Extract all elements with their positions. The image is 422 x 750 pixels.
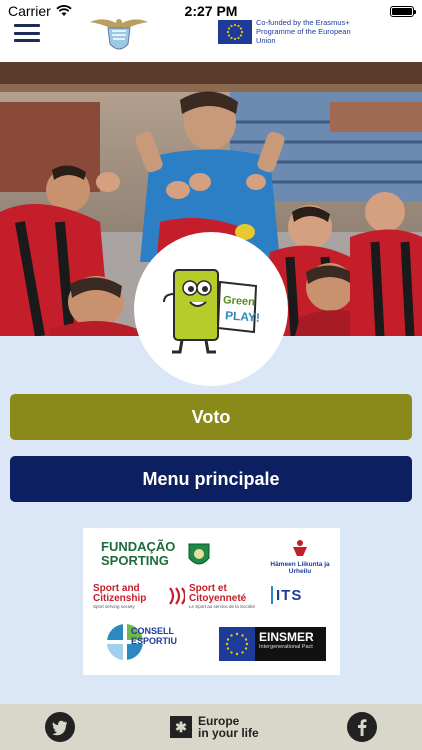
status-left: Carrier — [8, 3, 72, 19]
facebook-button[interactable] — [347, 712, 377, 742]
fundacao-sporting-text: FUNDAÇÃO SPORTING — [101, 539, 176, 568]
einsmer-text: EINSMER — [259, 630, 314, 644]
eu-cofunded-text: Co-funded by the Erasmus+ Programme of t… — [256, 18, 351, 45]
its-logo: ITS — [271, 586, 321, 604]
hameen-text: Hämeen Liikunta ja Urheilu — [270, 561, 330, 575]
menu-line — [14, 31, 40, 35]
app-header: Co-funded by the Erasmus+ Programme of t… — [0, 18, 422, 62]
fundacao-sporting-logo: FUNDAÇÃO SPORTING — [101, 540, 211, 568]
eu-flag-icon — [218, 19, 252, 44]
eyl-mark-icon: ✱ — [170, 716, 192, 738]
twitter-icon — [52, 720, 67, 736]
club-logo — [90, 19, 148, 50]
menu-line — [14, 24, 40, 27]
hameen-figure-icon — [293, 540, 307, 556]
wifi-icon — [56, 5, 72, 16]
swirl-icon — [169, 587, 185, 605]
eyl-text-wrap: Europe in your life — [198, 715, 259, 739]
battery-icon — [390, 5, 416, 17]
hameen-logo: Hämeen Liikunta ja Urheilu — [269, 540, 331, 575]
europe-in-your-life-link[interactable]: ✱ Europe in your life — [170, 715, 259, 739]
partners-logos: FUNDAÇÃO SPORTING Hämeen Liikunta ja Urh… — [83, 528, 340, 675]
sport-citizenship-text: Sport and Citizenship — [93, 583, 147, 604]
its-text: ITS — [276, 586, 303, 604]
hamburger-menu-button[interactable] — [14, 22, 40, 44]
sport-citizenship-logo: Sport and Citizenship Sport serving soci… — [93, 583, 163, 610]
eu-flag-small-icon — [219, 627, 255, 661]
eu-cofunded-badge: Co-funded by the Erasmus+ Programme of t… — [218, 18, 368, 45]
svg-text:Green: Green — [223, 294, 256, 308]
consell-esportiu-logo: CONSELL ESPORTIU — [105, 622, 205, 666]
eyl-line2: in your life — [198, 726, 259, 740]
consell-esportiu-text: CONSELL ESPORTIU — [131, 626, 178, 646]
einsmer-logo: EINSMER Intergenerational Pact — [219, 627, 326, 661]
einsmer-label-wrap: EINSMER Intergenerational Pact — [255, 627, 314, 661]
greenplay-mascot-logo: Green PLAY! — [163, 269, 261, 354]
sport-citoyennete-logo: Sport et Citoyenneté Le Sport au service… — [189, 583, 261, 610]
svg-text:PLAY!: PLAY! — [225, 308, 261, 324]
sporting-lion-icon — [188, 543, 210, 565]
facebook-icon — [358, 719, 367, 736]
sport-citoyennete-sub: Le Sport au service de la Société — [189, 604, 256, 609]
carrier-label: Carrier — [8, 3, 51, 19]
main-menu-button[interactable]: Menu principale — [10, 456, 412, 502]
its-divider — [271, 586, 273, 604]
twitter-button[interactable] — [45, 712, 75, 742]
sport-citoyennete-text: Sport et Citoyenneté — [189, 583, 247, 604]
menu-line — [14, 39, 40, 42]
voto-button[interactable]: Voto — [10, 394, 412, 440]
greenplay-logo-badge: Green PLAY! — [134, 232, 288, 386]
footer-bar: ✱ Europe in your life — [0, 704, 422, 750]
einsmer-sub: Intergenerational Pact — [259, 644, 313, 650]
sport-citizenship-sub: Sport serving society — [93, 604, 135, 609]
